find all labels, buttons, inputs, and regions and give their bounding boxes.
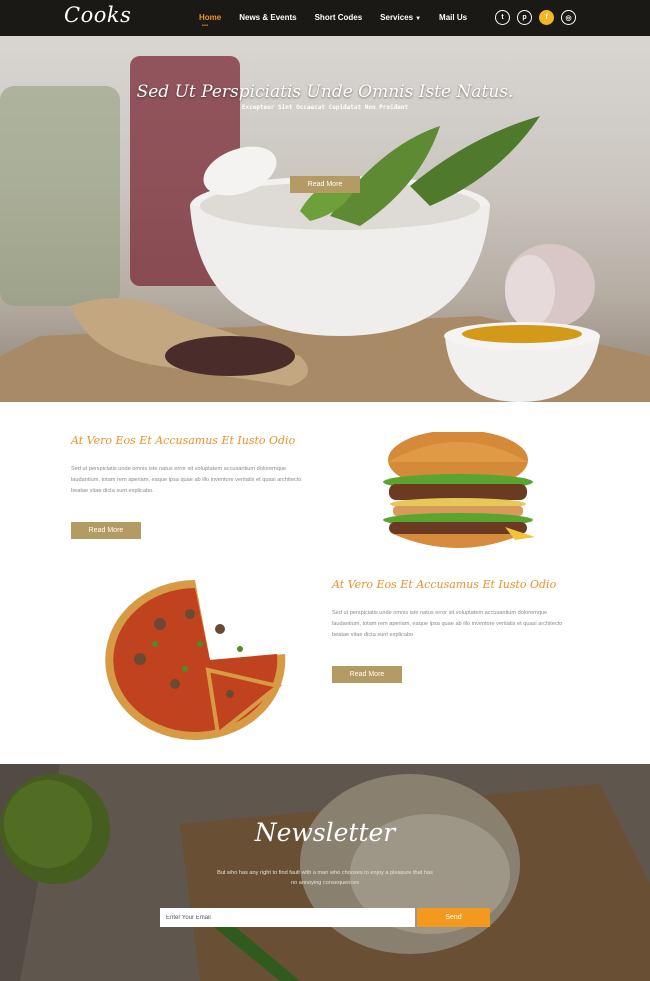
hero-banner: Sed Ut Perspiciatis Unde Omnis Iste Natu… bbox=[0, 36, 650, 402]
feature2-title: At Vero Eos Et Accusamus Et Iusto Odio bbox=[332, 578, 557, 591]
email-field[interactable] bbox=[160, 908, 415, 927]
feature1-body: Sed ut perspiciatis unde omnis iste natu… bbox=[71, 466, 302, 494]
navbar: Cooks Home News & Events Short Codes Ser… bbox=[0, 0, 650, 36]
feature2-body: Sed ut perspiciatis unde omnis iste natu… bbox=[332, 610, 563, 638]
main-menu: Home News & Events Short Codes Services▼… bbox=[199, 13, 485, 29]
logo[interactable]: Cooks bbox=[64, 3, 131, 27]
twitter-icon[interactable]: t bbox=[495, 10, 510, 25]
hero-subtitle: Excepteur Sint Occaecat Cupidatat Non Pr… bbox=[241, 104, 409, 111]
menu-item-news-events[interactable]: News & Events bbox=[239, 13, 296, 22]
facebook-icon[interactable]: f bbox=[539, 10, 554, 25]
newsletter-text: But who has any right to find fault with… bbox=[217, 870, 433, 886]
hero-read-more-button[interactable]: Read More bbox=[290, 176, 360, 193]
newsletter-title: Newsletter bbox=[254, 818, 396, 847]
menu-item-home[interactable]: Home bbox=[199, 13, 221, 29]
hero-title: Sed Ut Perspiciatis Unde Omnis Iste Natu… bbox=[136, 82, 514, 102]
feature1-title: At Vero Eos Et Accusamus Et Iusto Odio bbox=[71, 434, 296, 447]
pizza-image bbox=[105, 580, 286, 740]
send-button[interactable]: Send bbox=[417, 908, 490, 927]
dribbble-icon[interactable]: ◎ bbox=[561, 10, 576, 25]
chevron-down-icon: ▼ bbox=[415, 16, 422, 22]
social-links: t p f ◎ bbox=[495, 10, 583, 25]
feature2-read-more-button[interactable]: Read More bbox=[332, 666, 402, 683]
newsletter-section: Newsletter But who has any right to find… bbox=[0, 764, 650, 981]
menu-item-services[interactable]: Services ▼ bbox=[380, 13, 421, 22]
menu-item-short-codes[interactable]: Short Codes bbox=[315, 13, 363, 22]
pinterest-icon[interactable]: p bbox=[517, 10, 532, 25]
menu-item-mail-us[interactable]: Mail Us bbox=[439, 13, 467, 22]
feature1-read-more-button[interactable]: Read More bbox=[71, 522, 141, 539]
menu-item-services-label: Services bbox=[380, 13, 414, 22]
burger-image bbox=[383, 432, 535, 548]
